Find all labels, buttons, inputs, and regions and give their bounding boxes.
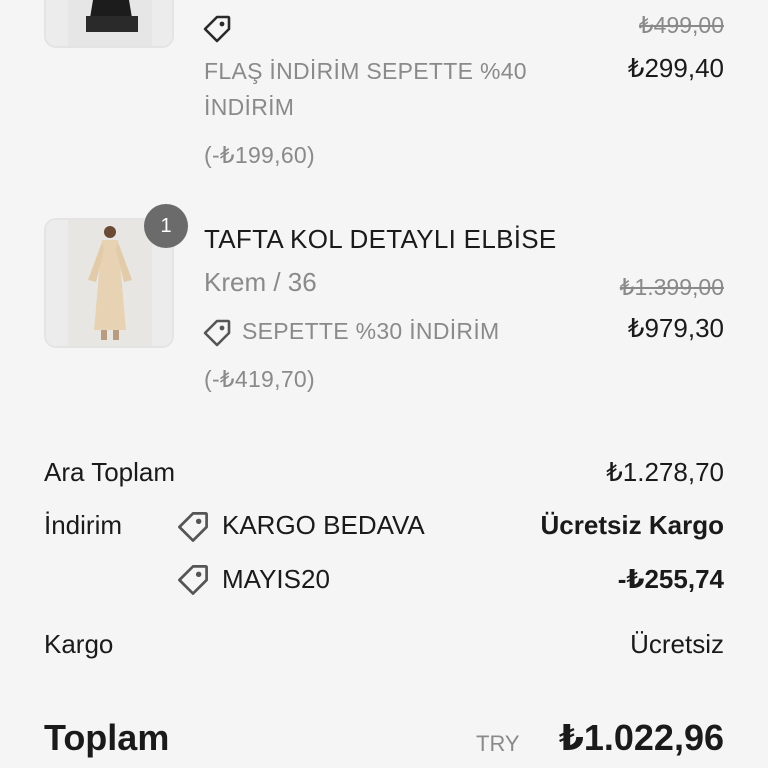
discount-code-mayis: MAYIS20 [222,564,330,594]
item-1-price: ₺299,40 [627,53,724,83]
tag-icon [178,565,208,595]
subtotal-label: Ara Toplam [44,457,176,487]
product-image-1[interactable] [44,0,174,48]
item-2-discount-amount: (-₺419,70) [204,366,315,392]
item-1-discount-amount: (-₺199,60) [204,142,315,168]
shipping-value: Ücretsiz [630,629,724,659]
discount-code-kargo: KARGO BEDAVA [222,510,425,540]
item-2-discount-label: SEPETTE %30 İNDİRİM [242,318,500,344]
total-value: ₺1.022,96 [558,717,724,758]
discount-value-mayis: -₺255,74 [617,564,724,594]
item-1-original-price: ₺499,00 [639,12,724,38]
subtotal-value: ₺1.278,70 [606,457,724,487]
currency-code: TRY [476,731,520,756]
item-1-discount-label: FLAŞ İNDİRİM SEPETTE %40 [204,58,527,84]
tag-icon [178,512,208,542]
item-1-discount-label-line2: İNDİRİM [204,94,295,120]
tag-icon [203,15,231,43]
tag-icon [203,319,231,347]
discount-label: İndirim [44,510,123,540]
item-2-name[interactable]: TAFTA KOL DETAYLI ELBİSE [204,224,557,255]
total-label: Toplam [44,717,170,758]
discount-value-kargo: Ücretsiz Kargo [540,510,725,540]
item-2-variant: Krem / 36 [204,267,317,297]
shipping-label: Kargo [44,629,114,659]
item-2-original-price: ₺1.399,00 [619,274,724,300]
product-photo-black-dress [46,0,172,46]
order-summary: FLAŞ İNDİRİM SEPETTE %40 İNDİRİM (-₺199,… [0,0,768,768]
quantity-badge: 1 [144,204,188,248]
item-2-price: ₺979,30 [627,313,724,343]
